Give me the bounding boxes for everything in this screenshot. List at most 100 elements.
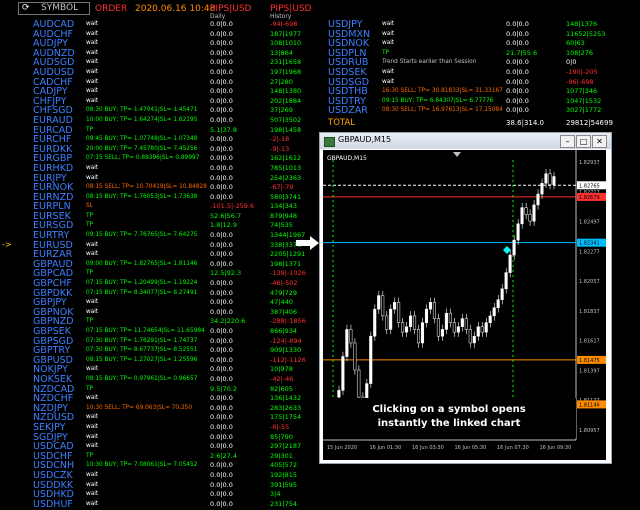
signal-text: 08:15 BUY; TP= 1.27027|SL= 1.25596 — [86, 356, 198, 363]
signal-text: 07:15 BUY; TP= 1.20499|SL= 1.19224 — [86, 280, 198, 287]
history-pips-usd: -288|-1856 — [270, 317, 306, 326]
chart-plot-area[interactable]: GBPAUD,M15 1.82937 1.82717 1.82497 1.82277 1.… — [323, 150, 606, 460]
history-pips-usd: 3|4 — [270, 490, 281, 499]
history-pips-usd: 297|2187 — [270, 442, 302, 451]
history-pips-usd: 108|276 — [566, 48, 594, 57]
signal-text: TP — [86, 222, 94, 229]
signal-text: wait — [86, 30, 99, 37]
daily-pips-usd: 0.0|0.0 — [210, 135, 233, 144]
signal-text: wait — [86, 164, 99, 171]
daily-pips-usd: 0.0|0.0 — [506, 96, 529, 105]
daily-pips-usd: 0.0|0.0 — [506, 39, 529, 48]
daily-pips-usd: 0.0|0.0 — [210, 422, 233, 431]
history-pips-usd: 254|2363 — [270, 173, 302, 182]
signal-text: TP — [382, 49, 390, 56]
candle-body — [377, 295, 381, 310]
history-pips-usd: 0|0 — [566, 58, 577, 67]
daily-pips-usd: 0.0|0.0 — [506, 106, 529, 115]
candle-body — [385, 315, 389, 330]
candle-body — [448, 312, 452, 323]
time-tick-label: 16 Jun 09:30 — [540, 445, 572, 451]
history-pips-usd: 198|1458 — [270, 125, 302, 134]
symbol-link[interactable]: USDDKK — [33, 480, 75, 491]
candle-body — [428, 302, 433, 310]
history-pips-usd: 192|815 — [270, 470, 298, 479]
daily-pips-usd: 0.0|0.0 — [210, 442, 233, 451]
daily-pips-usd: 0.0|0.0 — [210, 355, 233, 364]
candle-body — [409, 315, 413, 327]
daily-pips-usd: -101.5|-259.6 — [210, 202, 255, 211]
total-label: TOTAL — [328, 118, 355, 128]
signal-text: wait — [86, 366, 99, 373]
history-pips-usd: 197|1968 — [270, 67, 302, 76]
history-pips-usd: 187|1977 — [270, 29, 302, 38]
daily-pips-usd: 0.0|0.0 — [506, 20, 529, 28]
symbol-link[interactable]: USDHUF — [33, 500, 75, 510]
signal-text: wait — [86, 308, 99, 315]
history-pips-usd: -139|-1026 — [270, 269, 306, 278]
candle-body — [416, 329, 421, 344]
chart-titlebar[interactable]: GBPAUD,M15 – □ ✕ — [320, 133, 611, 149]
history-pips-usd: 785|1013 — [270, 163, 302, 172]
history-pips-usd: 136|1432 — [270, 394, 302, 403]
chart-canvas[interactable]: GBPAUD,M151.829371.827171.824971.822771.… — [323, 150, 606, 460]
signal-text: TP — [86, 385, 94, 392]
link-arrow-icon — [296, 236, 319, 250]
candle-body — [337, 390, 341, 398]
signal-text: wait — [86, 68, 99, 75]
signal-text: wait — [86, 21, 99, 27]
total-history: 29812|54699 — [566, 119, 613, 127]
daily-pips-usd: 0.0|0.0 — [210, 298, 233, 307]
history-pips-usd: 85|790 — [270, 432, 293, 441]
daily-pips-usd: 0.0|0.0 — [506, 87, 529, 96]
daily-pips-usd: 0.0|0.0 — [506, 29, 529, 38]
right-symbol-column: USDJPY USDMXN USDNOK USDPLN USDRUB USDSEK USDS… — [328, 20, 370, 116]
signal-text: wait — [86, 251, 99, 258]
candle-body — [341, 356, 345, 391]
signal-text: 07:15 BUY; TP= 8.34077|SL= 8.27491 — [86, 289, 198, 296]
time-tick-label: 15 Jun 2020 — [327, 445, 357, 451]
signal-text: wait — [382, 21, 395, 27]
total-pips: 38.6|314.0 — [506, 119, 544, 127]
history-pips-usd: -2|-18 — [270, 135, 290, 144]
candle-body — [424, 308, 429, 323]
chart-window[interactable]: GBPAUD,M15 – □ ✕ GBPAUD,M15 1.82937 1.8271… — [319, 132, 612, 464]
history-pips-usd: 391|595 — [270, 480, 298, 489]
candle-body — [496, 299, 500, 309]
price-level-value: 1.82765 — [579, 183, 600, 189]
candle-body — [456, 326, 460, 333]
candle-body — [548, 173, 552, 185]
signal-text: wait — [86, 40, 99, 47]
daily-pips-usd: 2.6|27.4 — [210, 451, 237, 460]
symbol-link[interactable]: USDZAR — [328, 106, 370, 116]
signal-text: 08:30 BUY; TP= 1.47041|SL= 1.45471 — [86, 107, 198, 114]
history-pips-usd: 2205|1291 — [270, 250, 306, 259]
time-tick-label: 16 Jun 07:30 — [497, 445, 529, 451]
daily-pips-usd: 0.0|0.0 — [210, 58, 233, 67]
daily-pips-usd: 0.0|0.0 — [506, 58, 529, 67]
minimize-button[interactable]: – — [560, 135, 575, 148]
history-pips-usd: 387|406 — [270, 307, 298, 316]
signal-text: wait — [86, 59, 99, 66]
close-button[interactable]: ✕ — [592, 135, 607, 148]
candle-body — [528, 214, 532, 222]
candle-body — [432, 302, 436, 319]
daily-pips-usd: 0.0|0.0 — [210, 279, 233, 288]
price-level-value: 1.81146 — [579, 402, 600, 408]
signal-text: wait — [86, 414, 99, 421]
signal-text: wait — [86, 241, 99, 248]
order-header[interactable]: ORDER — [95, 4, 127, 14]
daily-pips-usd: 0.0|0.0 — [210, 307, 233, 316]
daily-pips-usd: 12.5|92.3 — [210, 269, 242, 278]
daily-pips-usd: 0.0|0.0 — [210, 77, 233, 86]
maximize-button[interactable]: □ — [576, 135, 591, 148]
signal-text: 07:15 SELL; TP= 0.89396|SL= 0.89997 — [86, 155, 200, 162]
symbol-link[interactable]: USDHKD — [33, 490, 75, 500]
history-pips-usd: 162|1612 — [270, 154, 302, 163]
candle-body — [401, 322, 405, 333]
candle-body — [353, 342, 357, 371]
history-pips-usd: 879|948 — [270, 211, 298, 220]
history-pips-usd: 47|440 — [270, 298, 293, 307]
symbol-button[interactable]: ⟳ SYMBOL — [18, 2, 90, 15]
daily-pips-usd: 0.0|0.0 — [210, 48, 233, 57]
